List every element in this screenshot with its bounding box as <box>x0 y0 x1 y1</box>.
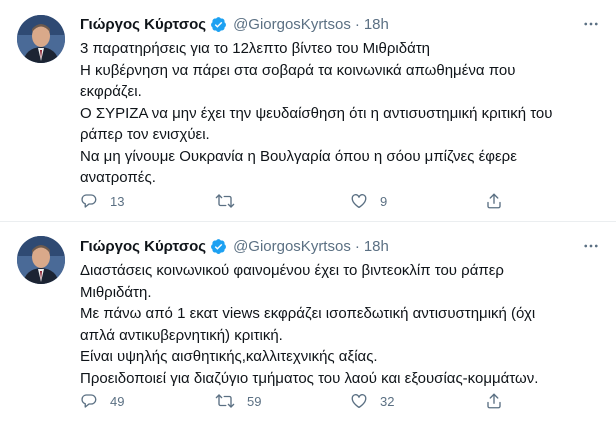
verified-badge-icon <box>210 16 227 33</box>
tweet-text-line: Διαστάσεις κοινωνικού φαινομένου έχει το… <box>80 262 504 279</box>
tweet-text: Διαστάσεις κοινωνικού φαινομένου έχει το… <box>80 260 580 389</box>
reply-icon <box>80 192 98 210</box>
more-options-icon[interactable] <box>580 236 602 256</box>
separator-dot: · <box>354 237 360 255</box>
tweet-text-line: εκφράζει. <box>80 83 142 100</box>
author-name[interactable]: Γιώργος Κύρτσος <box>80 238 206 255</box>
reply-icon <box>80 392 98 410</box>
tweet-text-line: Προειδοποιεί για διαζύγιο τμήματος του λ… <box>80 369 539 387</box>
retweet-button[interactable]: 59 <box>215 391 261 411</box>
reply-button[interactable]: 49 <box>80 391 124 411</box>
tweet[interactable]: Γιώργος Κύρτσος @GiorgosKyrtsos · 18h 3 … <box>0 0 616 222</box>
tweet-actions: 49 59 32 <box>80 391 510 411</box>
tweet-text-line: ανατροπές. <box>80 169 156 186</box>
tweet-text-line: Μιθριδάτη. <box>80 283 152 301</box>
separator-dot: · <box>354 15 360 33</box>
timestamp[interactable]: 18h <box>364 16 389 33</box>
retweet-icon <box>215 192 235 210</box>
tweet-text-line: Η κυβέρνηση να πάρει στα σοβαρά τα κοινω… <box>80 61 516 79</box>
reply-count: 13 <box>110 193 125 209</box>
share-button[interactable] <box>485 191 503 211</box>
like-icon <box>350 392 368 410</box>
share-button[interactable] <box>485 391 503 411</box>
tweet-text-line: Ο ΣΥΡΙΖΑ να μην έχει την ψευδαίσθηση ότι… <box>80 104 553 122</box>
avatar[interactable] <box>17 236 65 284</box>
reply-button[interactable]: 13 <box>80 191 124 211</box>
share-icon <box>485 392 503 410</box>
retweet-count: 59 <box>247 393 262 409</box>
author-handle[interactable]: @GiorgosKyrtsos <box>233 16 351 33</box>
tweet-text-line: ράπερ τον ενισχύει. <box>80 126 210 143</box>
tweet-text-line: 3 παρατηρήσεις για το 12λεπτο βίντεο του… <box>80 40 431 57</box>
like-count: 9 <box>380 193 388 209</box>
author-handle[interactable]: @GiorgosKyrtsos <box>233 238 351 255</box>
retweet-button[interactable] <box>215 191 247 211</box>
tweet-text: 3 παρατηρήσεις για το 12λεπτο βίντεο του… <box>80 38 580 189</box>
verified-badge-icon <box>210 238 227 255</box>
like-button[interactable]: 9 <box>350 191 387 211</box>
more-options-icon[interactable] <box>580 14 602 34</box>
tweet-text-line: Να μη γίνουμε Ουκρανία η Βουλγαρία όπου … <box>80 147 517 165</box>
tweet-actions: 13 9 <box>80 191 510 211</box>
tweet-text-line: Με πάνω από 1 εκατ views εκφράζει ισοπεδ… <box>80 305 536 322</box>
author-name[interactable]: Γιώργος Κύρτσος <box>80 16 206 33</box>
reply-count: 49 <box>110 393 125 409</box>
tweet-header: Γιώργος Κύρτσος @GiorgosKyrtsos · 18h <box>80 236 389 256</box>
like-icon <box>350 192 368 210</box>
tweet-header: Γιώργος Κύρτσος @GiorgosKyrtsos · 18h <box>80 14 389 34</box>
tweet-text-line: απλά αντικυβερνητική) κριτική. <box>80 326 283 344</box>
avatar[interactable] <box>17 15 65 63</box>
tweet-text-line: Είναι υψηλής αισθητικής,καλλιτεχνικής αξ… <box>80 348 378 365</box>
like-count: 32 <box>380 393 395 409</box>
retweet-icon <box>215 392 235 410</box>
share-icon <box>485 192 503 210</box>
timestamp[interactable]: 18h <box>364 238 389 255</box>
like-button[interactable]: 32 <box>350 391 394 411</box>
timeline: Γιώργος Κύρτσος @GiorgosKyrtsos · 18h 3 … <box>0 0 616 423</box>
tweet[interactable]: Γιώργος Κύρτσος @GiorgosKyrtsos · 18h Δι… <box>0 222 616 423</box>
